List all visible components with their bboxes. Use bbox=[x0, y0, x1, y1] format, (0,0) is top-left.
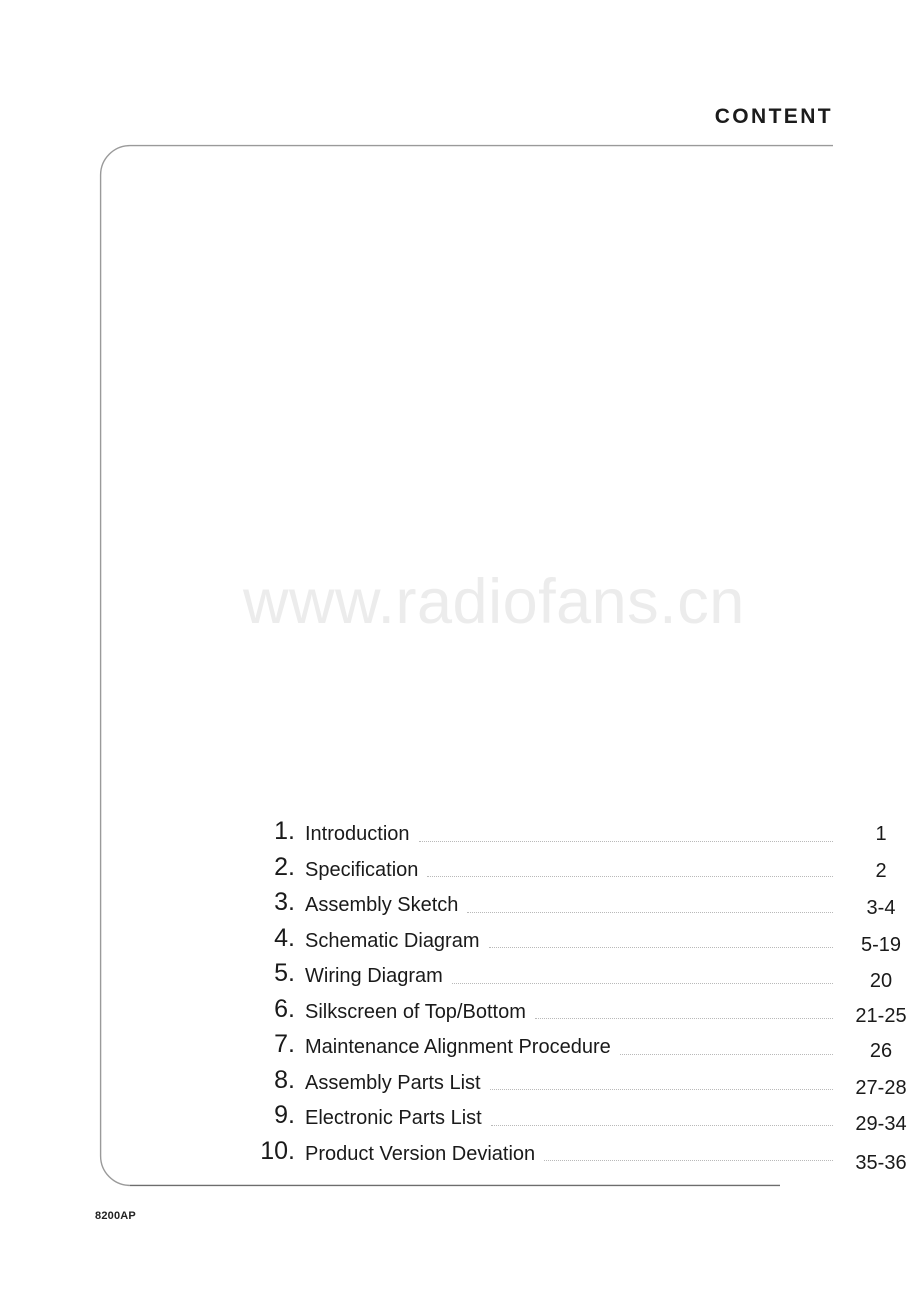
toc-entry-number: 10. bbox=[260, 1136, 295, 1165]
toc-entry-label: Specification bbox=[305, 858, 419, 881]
page-title: CONTENT bbox=[714, 105, 833, 128]
toc-entry[interactable]: 5. Wiring Diagram 20 bbox=[0, 960, 920, 996]
toc-leader-dots bbox=[619, 1053, 833, 1055]
toc-entry-page: 20 bbox=[869, 970, 893, 992]
toc-entry-page: 1 bbox=[875, 823, 887, 845]
toc-entry-label: Wiring Diagram bbox=[305, 965, 443, 987]
toc-entry[interactable]: 8. Assembly Parts List 27-28 bbox=[0, 1067, 920, 1103]
frame-top-left-corner bbox=[99, 144, 131, 176]
toc-entry-label: Schematic Diagram bbox=[305, 929, 480, 952]
toc-leader-dots bbox=[467, 911, 833, 913]
toc-leader-dots bbox=[534, 1017, 833, 1020]
toc-entry-number: 3. bbox=[274, 888, 295, 916]
toc-entry-label: Introduction bbox=[305, 823, 410, 845]
toc-entry-number: 4. bbox=[274, 923, 295, 952]
toc-entry[interactable]: 3. Assembly Sketch 3-4 bbox=[0, 889, 920, 925]
toc-entry-page: 2 bbox=[875, 859, 887, 882]
toc-entry-number: 9. bbox=[274, 1101, 295, 1129]
toc-entry-page: 3-4 bbox=[866, 897, 896, 919]
toc-entry-label: Maintenance Alignment Procedure bbox=[305, 1036, 611, 1058]
toc-entry-label: Assembly Parts List bbox=[305, 1071, 481, 1094]
toc-entry-page: 21-25 bbox=[855, 1004, 907, 1027]
toc-entry[interactable]: 9. Electronic Parts List 29-34 bbox=[0, 1102, 920, 1138]
toc-entry-page: 5-19 bbox=[860, 933, 902, 956]
page-header: CONTENT bbox=[0, 106, 833, 128]
toc-leader-dots bbox=[544, 1159, 833, 1162]
toc-leader-dots bbox=[489, 1088, 833, 1091]
watermark: www.radiofans.cn bbox=[243, 567, 745, 637]
toc-entry-number: 1. bbox=[274, 817, 295, 845]
toc-entry-number: 7. bbox=[274, 1030, 295, 1058]
toc-entry-number: 6. bbox=[274, 994, 295, 1023]
toc-leader-dots bbox=[490, 1124, 833, 1126]
toc-leader-dots bbox=[418, 840, 833, 842]
toc-leader-dots bbox=[427, 875, 833, 878]
toc-entry-page: 35-36 bbox=[855, 1151, 907, 1174]
table-of-contents: 1. Introduction 1 2. Specification 2 3. … bbox=[0, 818, 920, 1173]
toc-entry-number: 2. bbox=[274, 852, 295, 881]
toc-entry-label: Assembly Sketch bbox=[305, 894, 459, 916]
toc-entry-label: Product Version Deviation bbox=[305, 1142, 536, 1165]
toc-entry-number: 8. bbox=[274, 1065, 295, 1094]
toc-entry-label: Silkscreen of Top/Bottom bbox=[305, 1000, 526, 1023]
toc-entry[interactable]: 4. Schematic Diagram 5-19 bbox=[0, 925, 920, 961]
toc-leader-dots bbox=[451, 982, 833, 984]
toc-entry-page: 26 bbox=[869, 1040, 893, 1062]
toc-entry-number: 5. bbox=[274, 959, 295, 987]
toc-entry[interactable]: 6. Silkscreen of Top/Bottom 21-25 bbox=[0, 996, 920, 1032]
toc-leader-dots bbox=[488, 946, 833, 949]
toc-entry[interactable]: 10. Product Version Deviation 35-36 bbox=[0, 1138, 920, 1174]
footer-model-code: 8200AP bbox=[95, 1210, 136, 1222]
toc-entry-label: Electronic Parts List bbox=[305, 1107, 482, 1129]
toc-entry[interactable]: 1. Introduction 1 bbox=[0, 818, 920, 854]
toc-entry-page: 29-34 bbox=[855, 1113, 907, 1135]
toc-entry[interactable]: 7. Maintenance Alignment Procedure 26 bbox=[0, 1031, 920, 1067]
toc-entry-page: 27-28 bbox=[855, 1076, 907, 1099]
toc-entry[interactable]: 2. Specification 2 bbox=[0, 854, 920, 890]
